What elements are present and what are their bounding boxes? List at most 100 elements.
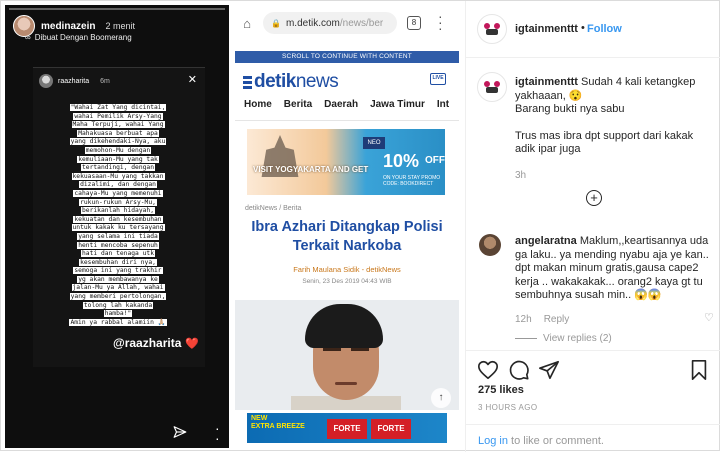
- arrow-up-icon[interactable]: ↑: [431, 388, 451, 408]
- comment-bubble-icon[interactable]: [508, 359, 532, 383]
- send-icon[interactable]: [173, 425, 187, 442]
- avatar[interactable]: [477, 14, 507, 44]
- reposted-time: 6m: [100, 77, 110, 85]
- ad-visit-text: VISIT YOGYAKARTA AND GET: [253, 165, 369, 174]
- send-outline-svg: [539, 360, 559, 380]
- comments-area: igtainmenttt Sudah 4 kali ketangkep yakh…: [466, 59, 720, 349]
- logo-text: detiknews: [254, 71, 339, 93]
- bottom-advertisement[interactable]: NEW EXTRA BREEZE FORTE FORTE: [247, 413, 447, 443]
- quote-line-text: semoga ini yang trakhir: [73, 267, 163, 275]
- more-options-icon[interactable]: · · ·: [215, 421, 220, 448]
- quote-line-text: yang selama ini tiada: [77, 232, 159, 240]
- quote-line-text: cahaya-Mu yang memenuhi: [73, 189, 163, 197]
- ad-small-text: ON YOUR STAY PROMO CODE: BOOKDIRECT: [383, 175, 441, 187]
- address-bar[interactable]: 🔒 m.detik.com/news/ber: [263, 12, 397, 34]
- post-actions: [466, 350, 720, 380]
- quote-line: kesembuhan diri nya,: [43, 258, 193, 268]
- ad-percent: 10%: [383, 151, 420, 171]
- nav-jawa-timur[interactable]: Jawa Timur: [370, 99, 425, 110]
- home-icon[interactable]: ⌂: [235, 16, 259, 31]
- like-count[interactable]: 275 likes: [478, 384, 524, 396]
- view-replies-label[interactable]: View replies (2): [543, 333, 612, 344]
- mention-text[interactable]: @raazharita: [113, 336, 181, 350]
- article-byline[interactable]: Farih Maulana Sidik - detikNews: [235, 265, 459, 274]
- quote-line-text: Amin ya rabbal alamiin 🙏🏼: [69, 318, 167, 326]
- nav-int[interactable]: Int: [437, 99, 449, 110]
- quote-line: semoga ini yang trakhir: [43, 267, 193, 276]
- reposted-story-header: raazharita 6m: [39, 74, 110, 88]
- quote-line: Mahakuasa berbuat apa: [43, 129, 193, 139]
- quote-line-text: tertandingi, dengan: [80, 164, 156, 172]
- nav-home[interactable]: Home: [244, 99, 272, 110]
- quote-line: hamba!": [43, 310, 193, 319]
- quote-line: "Wahai Zat Yang dicintai,: [43, 104, 193, 113]
- tab-switcher-button[interactable]: 8: [407, 16, 421, 30]
- quote-line: cahaya-Mu yang memenuhi: [43, 189, 193, 199]
- quote-line: Amin ya rabbal alamiin 🙏🏼: [43, 318, 193, 328]
- reposted-username: raazharita: [58, 77, 90, 85]
- article-headline: Ibra Azhari Ditangkap Polisi Terkait Nar…: [251, 219, 443, 254]
- avatar: [39, 74, 53, 88]
- url-text[interactable]: m.detik.com/news/ber: [286, 18, 383, 29]
- quote-line-text: hati dan tenaga utk: [80, 250, 156, 258]
- nav-berita[interactable]: Berita: [284, 99, 312, 110]
- detiknews-logo[interactable]: detiknews: [243, 71, 339, 93]
- share-send-icon[interactable]: [538, 359, 562, 383]
- caption-line: yakhaaan, 😯: [515, 89, 583, 102]
- load-more-comments-button[interactable]: +: [586, 190, 602, 206]
- lock-icon: 🔒: [271, 18, 281, 28]
- login-link[interactable]: Log in: [478, 435, 508, 447]
- logo-bars-icon: [243, 75, 252, 89]
- quote-line-text: yang memberi pertolongan,: [69, 293, 167, 301]
- avatar[interactable]: [477, 72, 507, 102]
- like-heart-icon[interactable]: [477, 359, 501, 383]
- browser-menu-icon[interactable]: · · ·: [438, 9, 443, 35]
- quote-line-text: kekuasaan-Mu yang takkan: [71, 172, 165, 180]
- quote-line-text: kemuliaan-Mu yang tak: [77, 155, 159, 163]
- quote-line: yang dikehendaki-Nya, aku: [43, 138, 193, 147]
- breadcrumb[interactable]: detikNews / Berita: [245, 205, 301, 212]
- url-path: /news/ber: [339, 17, 384, 29]
- article-photo: [235, 300, 459, 410]
- post-username[interactable]: igtainmenttt: [515, 23, 578, 35]
- ad-neo-logo: NEO: [363, 137, 385, 149]
- comment-username[interactable]: angelaratna: [515, 235, 577, 247]
- scroll-banner[interactable]: SCROLL TO CONTINUE WITH CONTENT: [235, 51, 459, 63]
- caption-username[interactable]: igtainmenttt: [515, 76, 578, 88]
- view-replies-button[interactable]: View replies (2): [515, 333, 612, 344]
- login-prompt: Log in to like or comment.: [466, 424, 720, 452]
- divider: [515, 338, 537, 339]
- follow-button[interactable]: Follow: [587, 23, 622, 35]
- site-nav: Home Berita Daerah Jawa Timur Int: [244, 99, 449, 110]
- comment-like-icon[interactable]: ♡: [704, 311, 714, 324]
- quote-line-text: yang dikehendaki-Nya, aku: [69, 138, 167, 146]
- quote-line: wahai Pemilik Arsy-Yang: [43, 112, 193, 122]
- quote-line-text: untuk kakak ku tersayang: [71, 224, 165, 232]
- advertisement-banner[interactable]: VISIT YOGYAKARTA AND GET NEO 10% OFF ON …: [247, 129, 445, 195]
- logo-tail: news: [295, 71, 339, 92]
- heart-icon: ❤️: [185, 337, 200, 350]
- ad2-sub: EXTRA BREEZE: [251, 423, 305, 430]
- live-tv-icon[interactable]: LIVE: [430, 73, 446, 85]
- story-username[interactable]: medinazein: [41, 21, 95, 32]
- comment: angelaratna Maklum,,keartisannya uda ga …: [515, 235, 715, 303]
- comment-line: dpt makan minum gratis,gausa cape2: [515, 262, 699, 274]
- caption-line: Barang bukti nya sabu: [515, 103, 625, 115]
- quote-line: hati dan tenaga utk: [43, 250, 193, 259]
- avatar[interactable]: [479, 234, 501, 256]
- comment-outline-svg: [509, 360, 529, 380]
- comment-line: sembuhnya susah min.. 😱😱: [515, 289, 662, 301]
- prayer-quote: "Wahai Zat Yang dicintai, wahai Pemilik A…: [43, 104, 193, 327]
- nav-daerah[interactable]: Daerah: [324, 99, 358, 110]
- quote-line: tertandingi, dengan: [43, 164, 193, 173]
- quote-line: jalan-Mu ya Allah, wahai: [43, 284, 193, 293]
- quote-line-text: dizalimi, dan dengan: [79, 181, 157, 189]
- quote-line-text: tolong lah kakanda: [82, 301, 154, 309]
- reply-button[interactable]: Reply: [544, 314, 570, 325]
- photo-brow: [351, 348, 369, 351]
- mention-sticker[interactable]: @raazharita ❤️: [113, 336, 199, 350]
- bookmark-outline-svg: [691, 360, 707, 380]
- bookmark-icon[interactable]: [689, 359, 713, 383]
- quote-line-text: memohon-Mu dengan: [84, 146, 152, 154]
- reposted-story[interactable]: raazharita 6m ✕ "Wahai Zat Yang dicintai…: [33, 67, 205, 367]
